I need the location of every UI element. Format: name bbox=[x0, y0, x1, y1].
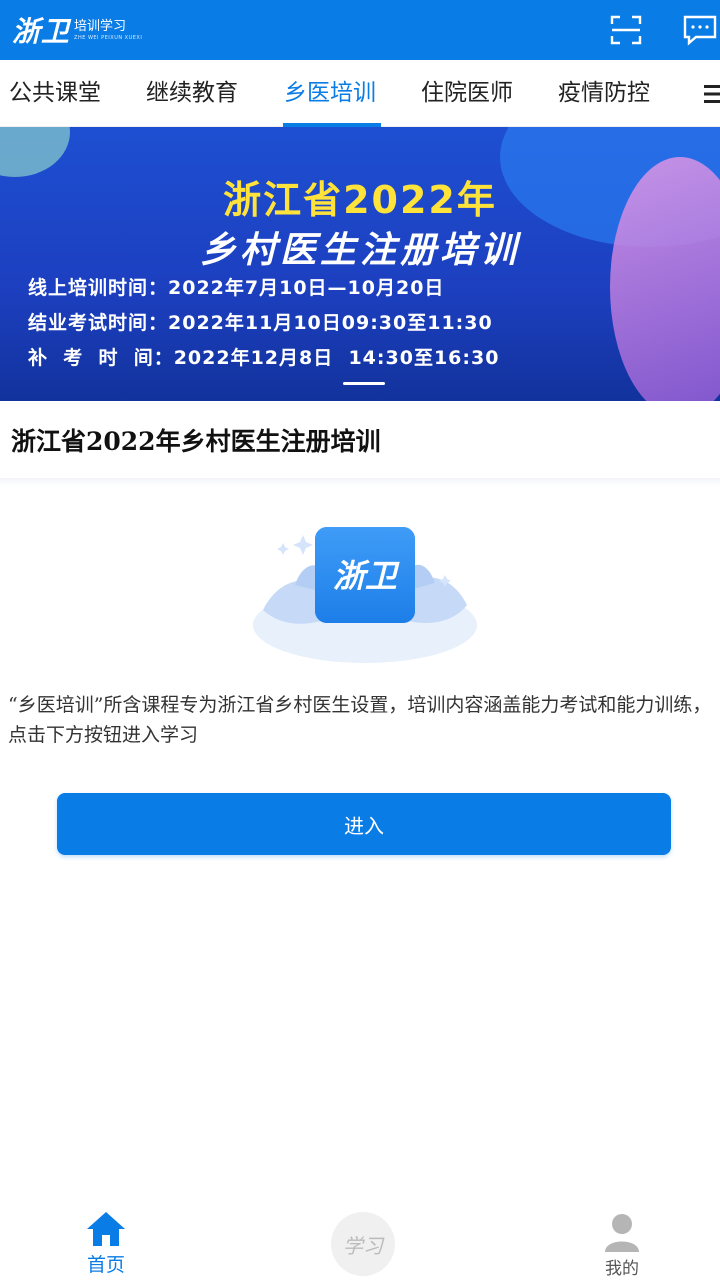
nav-home[interactable]: 首页 bbox=[76, 1200, 136, 1277]
menu-icon[interactable] bbox=[704, 82, 720, 106]
course-description: “乡医培训”所含课程专为浙江省乡村医生设置，培训内容涵盖能力考试和能力训练，点击… bbox=[8, 694, 712, 746]
message-icon bbox=[683, 15, 717, 46]
enter-button[interactable]: 进入 bbox=[57, 793, 671, 855]
scan-button[interactable] bbox=[606, 10, 646, 50]
banner-online-training-time: 线上培训时间：2022年7月10日—10月20日 bbox=[28, 277, 445, 299]
app-header: 浙卫 培训学习 ZHE WEI PEIXUN XUEXI bbox=[0, 0, 720, 60]
tab-continuing-education[interactable]: 继续教育 bbox=[146, 60, 238, 127]
tab-rural-doctor-training[interactable]: 乡医培训 bbox=[284, 60, 376, 127]
banner-subtitle: 乡村医生注册培训 bbox=[199, 230, 520, 271]
study-icon: 学习 bbox=[331, 1212, 395, 1276]
tab-public-class[interactable]: 公共课堂 bbox=[9, 60, 101, 127]
banner-exam-time: 结业考试时间：2022年11月10日09:30至11:30 bbox=[28, 312, 493, 334]
logo-subtitle: 培训学习 bbox=[74, 18, 127, 34]
promo-banner[interactable]: 浙江省2022年 乡村医生注册培训 线上培训时间：2022年7月10日—10月2… bbox=[0, 127, 720, 401]
nav-study-label: 学习 bbox=[343, 1233, 383, 1258]
nav-mine[interactable]: 我的 bbox=[592, 1200, 652, 1279]
message-button[interactable] bbox=[680, 10, 720, 50]
logo-tagline: ZHE WEI PEIXUN XUEXI bbox=[74, 34, 143, 41]
nav-study[interactable]: 学习 bbox=[330, 1200, 396, 1276]
nav-home-label: 首页 bbox=[86, 1254, 125, 1276]
tab-resident-physician[interactable]: 住院医师 bbox=[421, 60, 513, 127]
banner-makeup-exam-time: 补 考 时 间：2022年12月8日 14:30至16:30 bbox=[28, 347, 500, 369]
bottom-navigation: 首页 学习 我的 bbox=[0, 1200, 720, 1280]
home-icon bbox=[87, 1212, 125, 1246]
category-tabs: 公共课堂 继续教育 乡医培训 住院医师 疫情防控 bbox=[0, 60, 720, 127]
person-icon bbox=[605, 1214, 639, 1252]
section-divider bbox=[0, 478, 720, 486]
app-logo: 浙卫 培训学习 ZHE WEI PEIXUN XUEXI bbox=[12, 10, 142, 50]
course-title: 浙江省2022年乡村医生注册培训 bbox=[11, 427, 381, 456]
course-illustration: 浙卫 bbox=[245, 505, 485, 670]
tab-epidemic-prevention[interactable]: 疫情防控 bbox=[558, 60, 650, 127]
scan-icon bbox=[610, 15, 642, 45]
nav-mine-label: 我的 bbox=[605, 1259, 639, 1279]
logo-mark: 浙卫 bbox=[12, 15, 71, 48]
banner-page-indicator bbox=[343, 382, 385, 385]
illustration-logo-text: 浙卫 bbox=[333, 557, 400, 595]
banner-title: 浙江省2022年 bbox=[223, 178, 497, 222]
